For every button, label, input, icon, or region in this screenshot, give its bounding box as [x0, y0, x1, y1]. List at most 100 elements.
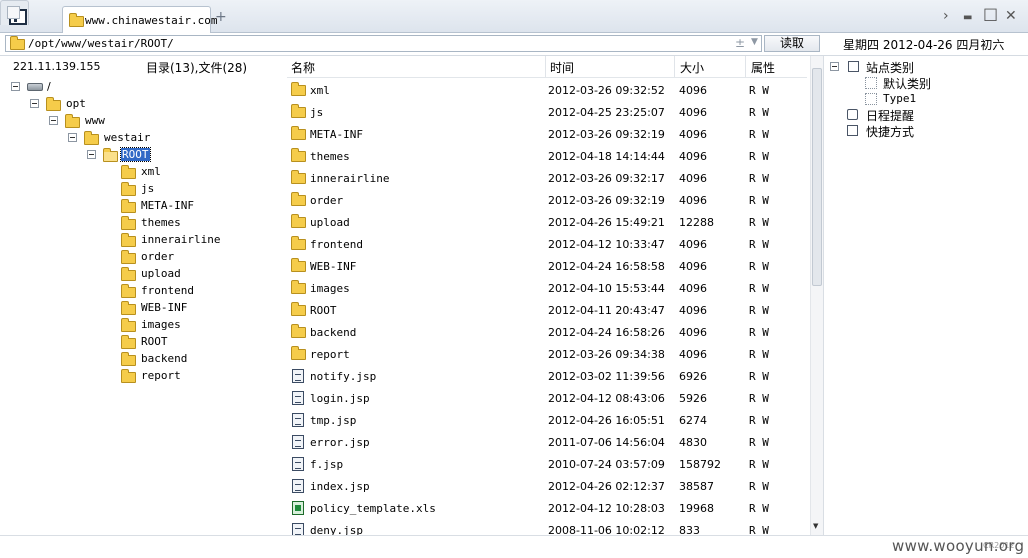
tree-node-child[interactable]: backend	[121, 351, 261, 367]
close-icon[interactable]: ✕	[1005, 9, 1017, 23]
column-time[interactable]: 时间	[550, 59, 574, 76]
next-arrow-icon[interactable]: ›	[943, 9, 949, 23]
scrollbar-thumb[interactable]	[812, 68, 822, 286]
tree-node-child[interactable]: themes	[121, 215, 261, 231]
cell-time: 2012-04-26 02:12:37	[548, 480, 665, 493]
path-input[interactable]: /opt/www/westair/ROOT/ ± ▼	[5, 35, 762, 52]
tree-node-type1[interactable]: Type1	[865, 91, 1015, 107]
tree-node-child[interactable]: WEB-INF	[121, 300, 261, 316]
table-row[interactable]: backend 2012-04-24 16:58:26 4096 R W	[287, 321, 807, 343]
table-row[interactable]: deny.jsp 2008-11-06 10:02:12 833 R W	[287, 519, 807, 535]
table-row[interactable]: WEB-INF 2012-04-24 16:58:58 4096 R W	[287, 255, 807, 277]
tree-node-default-category[interactable]: 默认类别	[865, 75, 1015, 91]
tree-node-child[interactable]: order	[121, 249, 261, 265]
tree-node-shortcuts[interactable]: 快捷方式	[847, 123, 997, 139]
tree-node-child[interactable]: ROOT	[121, 334, 261, 350]
folder-icon	[291, 104, 306, 118]
tab-active[interactable]: www.chinawestair.com	[62, 6, 217, 33]
collapse-icon[interactable]	[830, 62, 839, 71]
table-row[interactable]: themes 2012-04-18 14:14:44 4096 R W	[287, 145, 807, 167]
table-row[interactable]: ROOT 2012-04-11 20:43:47 4096 R W	[287, 299, 807, 321]
table-row[interactable]: frontend 2012-04-12 10:33:47 4096 R W	[287, 233, 807, 255]
new-tab-button[interactable]: +	[215, 10, 227, 24]
table-row[interactable]: META-INF 2012-03-26 09:32:19 4096 R W	[287, 123, 807, 145]
cell-attr: R W	[749, 238, 769, 251]
table-row[interactable]: tmp.jsp 2012-04-26 16:05:51 6274 R W	[287, 409, 807, 431]
plus-minus-icon[interactable]: ±	[735, 36, 745, 50]
item-icon	[865, 93, 877, 105]
cell-size: 4096	[679, 172, 707, 185]
collapse-icon[interactable]	[49, 116, 58, 125]
column-size[interactable]: 大小	[680, 59, 704, 76]
collapse-icon[interactable]	[68, 133, 77, 142]
path-text: /opt/www/westair/ROOT/	[28, 37, 174, 50]
table-row[interactable]: upload 2012-04-26 15:49:21 12288 R W	[287, 211, 807, 233]
tree-node-child[interactable]: META-INF	[121, 198, 261, 214]
table-row[interactable]: js 2012-04-25 23:25:07 4096 R W	[287, 101, 807, 123]
table-row[interactable]: innerairline 2012-03-26 09:32:17 4096 R W	[287, 167, 807, 189]
folder-icon	[121, 335, 136, 349]
cell-attr: R W	[749, 458, 769, 471]
folder-icon	[65, 114, 80, 128]
maximize-icon[interactable]: □	[983, 6, 998, 22]
tree-node-child[interactable]: xml	[121, 164, 261, 180]
folder-icon	[121, 250, 136, 264]
cell-size: 4096	[679, 238, 707, 251]
tree-node-child[interactable]: images	[121, 317, 261, 333]
cell-time: 2012-04-24 16:58:26	[548, 326, 665, 339]
cell-name: error.jsp	[310, 436, 370, 449]
table-row[interactable]: login.jsp 2012-04-12 08:43:06 5926 R W	[287, 387, 807, 409]
cell-size: 4096	[679, 194, 707, 207]
tree-node-root[interactable]: /	[11, 79, 131, 95]
page-icon	[7, 6, 20, 19]
folder-icon	[291, 82, 306, 96]
cell-time: 2012-04-12 08:43:06	[548, 392, 665, 405]
tree-node-schedule[interactable]: 日程提醒	[847, 107, 997, 123]
table-row[interactable]: f.jsp 2010-07-24 03:57:09 158792 R W	[287, 453, 807, 475]
tree-node-www[interactable]: www	[49, 113, 169, 129]
cell-name: js	[310, 106, 324, 119]
column-attr[interactable]: 属性	[751, 59, 775, 76]
tree-node-opt[interactable]: opt	[30, 96, 150, 112]
minimize-icon[interactable]: ▬	[963, 11, 972, 25]
table-row[interactable]: notify.jsp 2012-03-02 11:39:56 6926 R W	[287, 365, 807, 387]
cell-attr: R W	[749, 128, 769, 141]
table-row[interactable]: policy_template.xls 2012-04-12 10:28:03 19…	[287, 497, 807, 519]
cell-name: notify.jsp	[310, 370, 377, 383]
collapse-icon[interactable]	[11, 82, 20, 91]
table-row[interactable]: index.jsp 2012-04-26 02:12:37 38587 R W	[287, 475, 807, 497]
folder-icon	[121, 233, 136, 247]
cell-time: 2012-03-26 09:34:38	[548, 348, 665, 361]
table-row[interactable]: report 2012-03-26 09:34:38 4096 R W	[287, 343, 807, 365]
table-row[interactable]: order 2012-03-26 09:32:19 4096 R W	[287, 189, 807, 211]
collapse-icon[interactable]	[87, 150, 96, 159]
tree-node-child[interactable]: frontend	[121, 283, 261, 299]
folder-icon	[121, 165, 136, 179]
drive-icon	[27, 83, 43, 91]
collapse-icon[interactable]	[30, 99, 39, 108]
table-row[interactable]: images 2012-04-10 15:53:44 4096 R W	[287, 277, 807, 299]
table-row[interactable]: xml 2012-03-26 09:32:52 4096 R W	[287, 79, 807, 101]
tree-node-site-category[interactable]: 站点类别	[830, 59, 1010, 75]
tree-node-root-selected[interactable]: ROOT	[87, 147, 207, 163]
cell-time: 2012-04-25 23:25:07	[548, 106, 665, 119]
cell-attr: R W	[749, 480, 769, 493]
tree-node-child[interactable]: innerairline	[121, 232, 261, 248]
table-row[interactable]: error.jsp 2011-07-06 14:56:04 4830 R W	[287, 431, 807, 453]
tree-node-child[interactable]: js	[121, 181, 261, 197]
cell-time: 2012-04-12 10:33:47	[548, 238, 665, 251]
tree-node-westair[interactable]: westair	[68, 130, 188, 146]
chevron-down-icon[interactable]: ▼	[751, 37, 758, 47]
cell-size: 4096	[679, 106, 707, 119]
tree-node-child[interactable]: upload	[121, 266, 261, 282]
cell-attr: R W	[749, 348, 769, 361]
cell-name: frontend	[310, 238, 363, 251]
folder-icon	[291, 214, 306, 228]
tree-node-child[interactable]: report	[121, 368, 261, 384]
read-button[interactable]: 读取	[764, 35, 820, 52]
folder-icon	[121, 318, 136, 332]
cell-time: 2011-07-06 14:56:04	[548, 436, 665, 449]
column-name[interactable]: 名称	[291, 59, 315, 76]
vertical-scrollbar[interactable]: ▼	[810, 56, 823, 535]
scroll-down-arrow-icon[interactable]: ▼	[813, 522, 818, 530]
